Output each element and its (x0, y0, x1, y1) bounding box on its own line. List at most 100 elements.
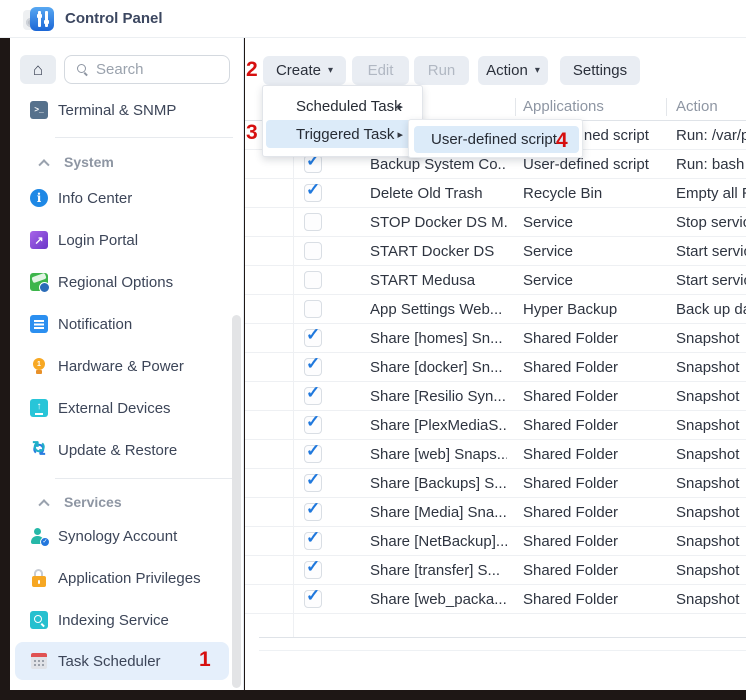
control-panel-icon (28, 6, 54, 32)
table-row[interactable]: ✓ Share [transfer] S... Shared Folder Sn… (245, 556, 746, 585)
table-row[interactable]: ✓ Share [Resilio Syn... Shared Folder Sn… (245, 382, 746, 411)
annotation-3: 3 (246, 121, 258, 145)
check-icon: ✓ (306, 412, 320, 432)
menu-item-scheduled-task[interactable]: Scheduled Task ▸ (266, 92, 413, 120)
sidebar-item-hardware-power[interactable]: 1 Hardware & Power (10, 351, 238, 381)
row-checkbox[interactable]: ✓ (304, 358, 322, 376)
row-checkbox[interactable]: ✓ (304, 474, 322, 492)
menu-item-user-defined-script[interactable]: User-defined script (414, 126, 579, 153)
section-header-services[interactable]: Services (10, 490, 238, 514)
table-row[interactable]: ✓ Share [NetBackup]... Shared Folder Sna… (245, 527, 746, 556)
applications-cell: Shared Folder (523, 498, 665, 527)
sidebar-scrollbar[interactable] (232, 315, 241, 688)
row-checkbox[interactable]: ✓ (304, 271, 322, 289)
create-button[interactable]: Create▾ (263, 56, 346, 85)
menu-item-triggered-task[interactable]: Triggered Task ▸ (266, 120, 413, 148)
applications-cell: Recycle Bin (523, 179, 665, 208)
task-name-cell: START Medusa (370, 266, 507, 295)
sidebar-item-label: Regional Options (58, 274, 173, 291)
table-row[interactable]: ✓ START Docker DS Service Start servic (245, 237, 746, 266)
sidebar-item-info-center[interactable]: i Info Center (10, 183, 238, 213)
row-checkbox[interactable]: ✓ (304, 300, 322, 318)
check-icon: ✓ (306, 586, 320, 606)
row-checkbox[interactable]: ✓ (304, 416, 322, 434)
row-checkbox[interactable]: ✓ (304, 213, 322, 231)
row-checkbox[interactable]: ✓ (304, 445, 322, 463)
sidebar-item-indexing-service[interactable]: Indexing Service (10, 605, 238, 635)
applications-cell: Shared Folder (523, 382, 665, 411)
task-name-cell: Share [web_packa... (370, 585, 507, 614)
row-checkbox[interactable]: ✓ (304, 329, 322, 347)
table-row[interactable]: ✓ Share [web] Snaps... Shared Folder Sna… (245, 440, 746, 469)
column-header-applications[interactable]: Applications (523, 93, 604, 121)
sidebar-item-label: Synology Account (58, 528, 177, 545)
edit-button[interactable]: Edit (352, 56, 409, 85)
sidebar-item-regional-options[interactable]: Regional Options (10, 267, 238, 297)
table-row[interactable]: ✓ App Settings Web... Hyper Backup Back … (245, 295, 746, 324)
sidebar-item-terminal-snmp[interactable]: >_ Terminal & SNMP (10, 95, 238, 125)
home-button[interactable]: ⌂ (20, 55, 56, 84)
row-checkbox[interactable]: ✓ (304, 532, 322, 550)
table-row[interactable]: ✓ Share [PlexMediaS... Shared Folder Sna… (245, 411, 746, 440)
action-cell: Snapshot (676, 440, 746, 469)
sidebar-item-label: Notification (58, 316, 132, 333)
table-row[interactable]: ✓ Share [homes] Sn... Shared Folder Snap… (245, 324, 746, 353)
home-icon: ⌂ (33, 60, 43, 80)
column-separator (666, 98, 667, 116)
action-cell: Run: /var/p (676, 121, 746, 150)
row-checkbox[interactable]: ✓ (304, 503, 322, 521)
check-icon: ✓ (306, 441, 320, 461)
action-button[interactable]: Action▾ (478, 56, 548, 85)
sidebar-item-external-devices[interactable]: ↑ External Devices (10, 393, 238, 423)
action-cell: Start servic (676, 237, 746, 266)
table-row[interactable]: ✓ STOP Docker DS M... Service Stop servi… (245, 208, 746, 237)
sidebar-item-label: Login Portal (58, 232, 138, 249)
sidebar-item-update-restore[interactable]: ↻↻ Update & Restore (10, 435, 238, 465)
run-button[interactable]: Run (414, 56, 469, 85)
settings-button[interactable]: Settings (560, 56, 640, 85)
action-cell: Snapshot (676, 498, 746, 527)
user-account-icon: ✓ (30, 527, 48, 545)
table-row[interactable]: ✓ Delete Old Trash Recycle Bin Empty all… (245, 179, 746, 208)
column-header-action[interactable]: Action (676, 93, 718, 121)
check-icon: ✓ (306, 470, 320, 490)
task-name-cell: Share [docker] Sn... (370, 353, 507, 382)
sidebar-item-label: Terminal & SNMP (58, 102, 176, 119)
chevron-up-icon (38, 499, 49, 510)
applications-cell: Shared Folder (523, 411, 665, 440)
sidebar-item-application-privileges[interactable]: Application Privileges (10, 563, 238, 593)
sidebar-item-synology-account[interactable]: ✓ Synology Account (10, 521, 238, 551)
sidebar-item-login-portal[interactable]: ↗ Login Portal (10, 225, 238, 255)
task-name-cell: Share [Media] Sna... (370, 498, 507, 527)
sidebar-item-notification[interactable]: Notification (10, 309, 238, 339)
info-icon: i (30, 189, 48, 207)
section-header-system[interactable]: System (10, 150, 238, 174)
page-title: Control Panel (65, 10, 163, 27)
table-row[interactable]: ✓ START Medusa Service Start servic (245, 266, 746, 295)
row-checkbox[interactable]: ✓ (304, 242, 322, 260)
action-cell: Back up da (676, 295, 746, 324)
row-checkbox[interactable]: ✓ (304, 387, 322, 405)
search-input[interactable]: Search (64, 55, 230, 84)
task-name-cell: START Docker DS (370, 237, 507, 266)
table-row[interactable]: ✓ Share [Media] Sna... Shared Folder Sna… (245, 498, 746, 527)
task-name-cell: Delete Old Trash (370, 179, 507, 208)
table-row[interactable]: ✓ Share [web_packa... Shared Folder Snap… (245, 585, 746, 614)
task-name-cell: App Settings Web... (370, 295, 507, 324)
applications-cell: Shared Folder (523, 353, 665, 382)
row-checkbox[interactable]: ✓ (304, 561, 322, 579)
sidebar: ⌂ Search >_ Terminal & SNMP System i Inf… (10, 38, 244, 690)
task-name-cell: Share [NetBackup]... (370, 527, 507, 556)
magnifier-doc-icon (30, 611, 48, 629)
sidebar-item-label: Indexing Service (58, 612, 169, 629)
row-checkbox[interactable]: ✓ (304, 155, 322, 173)
table-end-line (259, 650, 746, 651)
action-cell: Stop servic (676, 208, 746, 237)
row-checkbox[interactable]: ✓ (304, 184, 322, 202)
row-checkbox[interactable]: ✓ (304, 590, 322, 608)
sidebar-item-label: Task Scheduler (58, 653, 161, 670)
task-name-cell: STOP Docker DS M... (370, 208, 507, 237)
sidebar-item-label: Hardware & Power (58, 358, 184, 375)
table-row[interactable]: ✓ Share [docker] Sn... Shared Folder Sna… (245, 353, 746, 382)
table-row[interactable]: ✓ Share [Backups] S... Shared Folder Sna… (245, 469, 746, 498)
